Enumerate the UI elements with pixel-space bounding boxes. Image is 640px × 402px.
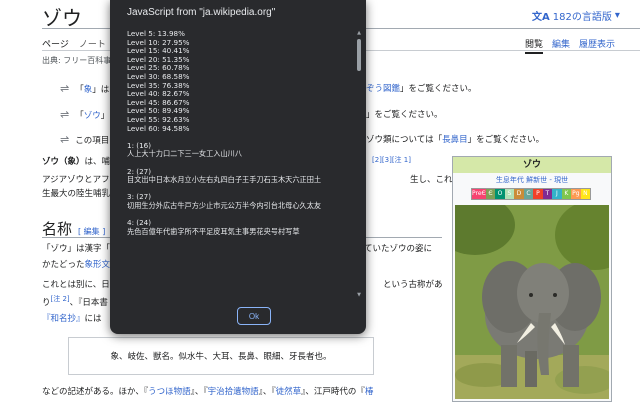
language-button[interactable]: 文A 182の言語版 ▾ [532,8,620,23]
language-count: 182の言語版 [552,12,612,23]
disambiguation-icon: ⇌ [60,133,70,146]
hatnote-link[interactable]: 象 [84,85,93,95]
message-line: 先色百億年代歯字所不平足皮耳気主事男花央号村写草 [127,226,300,236]
page-title: ゾウ [42,6,82,30]
message-line: Level 60: 94.58% [127,123,190,133]
hatnote-continuation: 」をご覧ください。 [366,110,443,120]
hatnote-continuation: ぞう図鑑」をご覧ください。 [366,84,477,94]
tab-history[interactable]: 履歴表示 [579,37,615,54]
taxobox-range[interactable]: 生息年代 鮮新世 - 現世 [453,175,611,185]
tsurezuregusa-link[interactable]: 徒然草 [276,387,302,397]
naming-line-right: ていたゾウの姿に [364,244,433,254]
scroll-down-icon[interactable]: ▼ [356,292,362,298]
naming-line: 「ゾウ」は漢字「 [42,244,111,254]
tab-page[interactable]: ページ [42,37,69,50]
wamyosho-link[interactable]: 『和名抄』 [42,314,85,324]
intro-line: アジアゾウとアフ [42,175,110,185]
hatnote-link[interactable]: 長鼻目 [442,135,468,145]
scroll-thumb[interactable] [357,39,361,71]
translate-icon: 文A [532,12,550,23]
taxobox-title: ゾウ [453,157,611,173]
period-cell: N [580,189,591,199]
naming-line: り[注 2]、『日本書 [42,295,108,308]
taxobox: ゾウ 生息年代 鮮新世 - 現世 PreЄ Є O S D C P T J K … [452,156,612,402]
tab-talk[interactable]: ノート [79,37,106,50]
pictograph-link[interactable]: 象形文 [85,260,111,270]
message-line: 目文出中日本水月立小左右丸四白子王手刀石玉木天六正田土 [127,175,322,185]
period-cell: S [504,189,515,199]
uji-shui-link[interactable]: 宇治拾遺物語 [208,387,259,397]
elephant-illustration [455,205,609,399]
hatnote-link[interactable]: ぞう図鑑 [366,84,400,94]
section-edit-link[interactable]: [ 編集 ] [78,226,105,237]
intro-line: 生最大の陸生哺乳 [42,189,111,199]
tab-edit[interactable]: 編集 [552,37,570,54]
naming-line: これとは別に、日 [42,280,110,290]
period-cell: D [514,189,524,199]
source-note: 出典: フリー百科事典 [42,56,120,65]
dialog-scrollbar[interactable]: ▲ ▼ [356,30,362,298]
period-cell: Pg [571,189,581,199]
period-cell: Є [485,189,496,199]
message-line: 切用生分外広古牛戸方少止市元公万半今内引台北母心久太友 [127,200,322,210]
message-line: 人上大十力口二下三一女工入山川八 [127,149,243,159]
naming-line-right: という古称があ [383,280,443,290]
javascript-alert-dialog: JavaScript from "ja.wikipedia.org" Level… [110,0,366,334]
hatnote-continuation: ゾウ類については「長鼻目」をご覧ください。 [366,135,545,145]
dialog-message[interactable]: Level 5: 13.98% Level 10: 27.95% Level 15:… [127,30,359,298]
period-cell: K [561,189,572,199]
utsuho-link[interactable]: うつほ物語 [148,387,191,397]
period-cell: C [523,189,534,199]
quotation-box: 象、岐佐、獣名。似水牛、大耳、長鼻、眼細、牙長者也。 [68,337,374,375]
intro-refs: [2][3][注 1] [372,156,411,164]
period-cell: P [533,189,543,199]
period-cell: O [495,189,505,199]
period-cell: PreЄ [472,189,486,199]
view-tabs: 閲覧 編集 履歴表示 [525,37,615,54]
period-cell: T [542,189,553,199]
hatnote-link[interactable]: ゾウ [84,111,101,121]
naming-line: かたどった象形文 [42,260,111,270]
period-cell: J [552,189,562,199]
tsubaki-link[interactable]: 椿 [365,387,374,397]
intro-line: ゾウ（象）は、哺 [42,157,111,167]
tab-read[interactable]: 閲覧 [525,37,544,54]
section-heading: 名称 [ 編集 ] [42,220,106,238]
scroll-up-icon[interactable]: ▲ [356,30,362,36]
disambiguation-icon: ⇌ [60,82,70,95]
geologic-timeline: PreЄ Є O S D C P T J K Pg N [471,188,591,200]
hatnote: ⇌ この項目 [60,133,110,146]
hatnote: ⇌ 「象」は [60,82,110,95]
dialog-title: JavaScript from "ja.wikipedia.org" [127,7,276,18]
chevron-down-icon: ▾ [614,10,620,21]
namespace-tabs: ページ ノート [42,37,106,50]
ok-button[interactable]: Ok [237,307,271,325]
bottom-line: などの記述がある。ほか、『うつほ物語』、『宇治拾遺物語』、『徒然草』、江戸時代の… [42,387,374,397]
naming-line: 『和名抄』には [42,314,102,324]
elephant-photo[interactable] [455,205,609,399]
disambiguation-icon: ⇌ [60,108,70,121]
